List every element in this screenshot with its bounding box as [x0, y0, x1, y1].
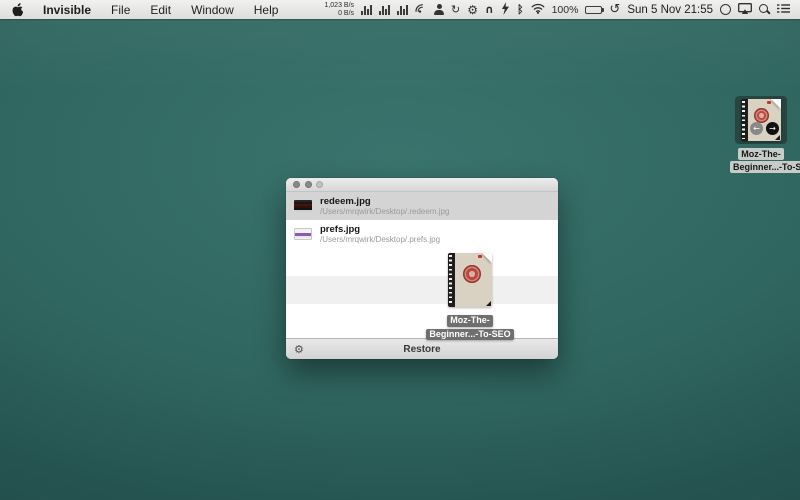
desktop-icon-label: Moz-The- Beginner...-To-SEO — [730, 147, 792, 173]
time-machine-icon[interactable]: ↺ — [609, 3, 620, 16]
menu-bar-clock[interactable]: Sun 5 Nov 21:55 — [627, 4, 713, 16]
spiral-binding — [449, 255, 452, 305]
sync-icon[interactable]: ↻ — [451, 4, 460, 15]
label-line-1: Moz-The- — [738, 148, 784, 160]
restore-button[interactable]: Restore — [403, 344, 440, 355]
redeem-thumbnail — [294, 200, 312, 212]
file-name: prefs.jpg — [320, 224, 440, 235]
menu-edit[interactable]: Edit — [140, 0, 181, 19]
file-row-redeem[interactable]: redeem.jpg /Users/mrqwirk/Desktop/.redee… — [286, 192, 558, 220]
thumbnail-nav: ← → — [748, 122, 781, 135]
battery-percentage: 100% — [552, 4, 579, 16]
moz-badge-icon — [463, 265, 481, 283]
corner-notch — [486, 301, 491, 306]
file-path: /Users/mrqwirk/Desktop/.redeem.jpg — [320, 207, 449, 217]
invisible-app-window: redeem.jpg /Users/mrqwirk/Desktop/.redee… — [286, 178, 558, 359]
moz-book-icon — [448, 253, 492, 307]
window-bottom-toolbar: ⚙ Restore — [286, 338, 558, 359]
app-menu-invisible[interactable]: Invisible — [33, 0, 101, 19]
dragged-file-moz-pdf[interactable]: Moz-The- Beginner...-To-SEO — [400, 253, 540, 340]
label-line-1: Moz-The- — [447, 315, 493, 327]
file-row-prefs[interactable]: prefs.jpg /Users/mrqwirk/Desktop/.prefs.… — [286, 220, 558, 248]
spotlight-icon[interactable] — [759, 4, 770, 16]
desktop-file-moz-pdf[interactable]: ← → Moz-The- Beginner...-To-SEO — [730, 96, 792, 173]
minimize-button[interactable] — [305, 181, 312, 188]
moz-book-icon: ← → — [741, 99, 781, 141]
file-info: prefs.jpg /Users/mrqwirk/Desktop/.prefs.… — [320, 224, 440, 245]
corner-notch — [775, 135, 780, 140]
net-down: 0 B/s — [324, 10, 354, 18]
page-fold — [771, 99, 781, 109]
wifi-icon[interactable] — [531, 3, 545, 17]
desktop: { "menu_bar": { "app_name": "Invisible",… — [0, 0, 800, 500]
battery-icon[interactable] — [585, 6, 602, 14]
prev-arrow-icon: ← — [750, 122, 763, 135]
airplay-icon[interactable] — [738, 3, 752, 17]
spiral-binding — [742, 101, 745, 139]
label-line-2: Beginner...-To-SEO — [730, 161, 800, 173]
settings-gear-icon[interactable]: ⚙ — [294, 344, 304, 355]
headset-icon[interactable]: ∩ — [485, 4, 494, 15]
next-arrow-icon: → — [766, 122, 779, 135]
menu-help[interactable]: Help — [244, 0, 289, 19]
file-path: /Users/mrqwirk/Desktop/.prefs.jpg — [320, 235, 440, 245]
desktop-icon-selection-box: ← → — [735, 96, 787, 144]
notification-center-icon[interactable] — [777, 3, 790, 17]
power-bolt-icon[interactable] — [501, 2, 510, 18]
cpu-histogram-icon[interactable] — [361, 4, 372, 15]
hotspot-icon[interactable] — [415, 3, 427, 17]
memory-histogram-icon[interactable] — [379, 4, 390, 15]
apple-menu[interactable] — [0, 0, 33, 19]
file-name: redeem.jpg — [320, 196, 449, 207]
moz-badge-icon — [754, 108, 769, 123]
gear-icon[interactable]: ⚙ — [467, 4, 478, 16]
window-titlebar[interactable] — [286, 178, 558, 192]
net-up: 1,023 B/s — [324, 2, 354, 10]
menu-window[interactable]: Window — [181, 0, 244, 19]
page-fold — [482, 253, 492, 263]
network-speed-indicator[interactable]: 1,023 B/s 0 B/s — [324, 2, 354, 18]
apple-icon — [12, 3, 24, 17]
menu-file[interactable]: File — [101, 0, 140, 19]
zoom-button[interactable] — [316, 181, 323, 188]
user-icon[interactable] — [434, 4, 444, 15]
disk-histogram-icon[interactable] — [397, 4, 408, 15]
menu-bar-status: 1,023 B/s 0 B/s ↻ ⚙ ∩ ᛒ 100% ↺ Sun 5 Nov… — [324, 0, 800, 19]
label-line-2: Beginner...-To-SEO — [426, 329, 513, 341]
siri-icon[interactable] — [720, 4, 731, 15]
menu-bar: Invisible File Edit Window Help 1,023 B/… — [0, 0, 800, 19]
drag-label: Moz-The- Beginner...-To-SEO — [400, 313, 540, 340]
file-info: redeem.jpg /Users/mrqwirk/Desktop/.redee… — [320, 196, 449, 217]
menu-bar-left: Invisible File Edit Window Help — [0, 0, 288, 19]
bluetooth-icon[interactable]: ᛒ — [517, 4, 524, 15]
prefs-thumbnail — [294, 228, 312, 240]
close-button[interactable] — [293, 181, 300, 188]
